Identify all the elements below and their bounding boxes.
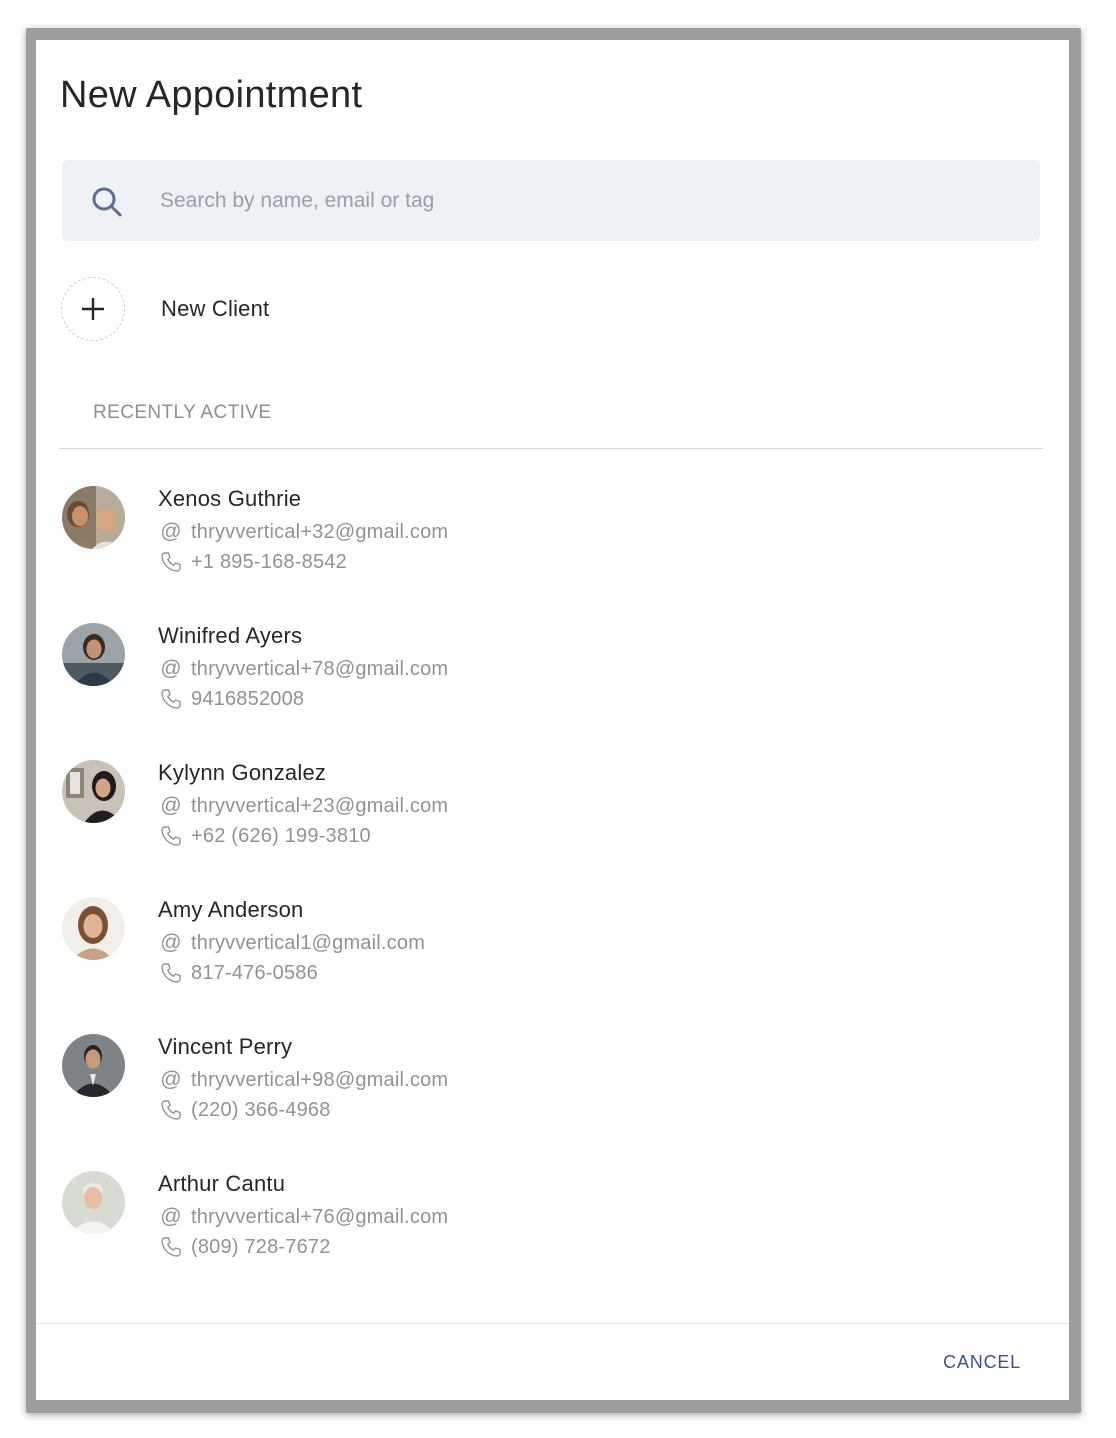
client-item[interactable]: Xenos Guthrie @ thryvvertical+32@gmail.c… xyxy=(36,478,1069,598)
phone-icon xyxy=(158,687,184,711)
new-client-label: New Client xyxy=(161,296,270,321)
new-client-button[interactable]: New Client xyxy=(61,276,269,342)
client-phone: 817-476-0586 xyxy=(158,961,318,985)
at-icon: @ xyxy=(160,520,182,543)
client-item[interactable]: Vincent Perry @ thryvvertical+98@gmail.c… xyxy=(36,1026,1069,1146)
client-phone-text: 9416852008 xyxy=(191,687,305,710)
section-divider xyxy=(59,448,1043,449)
avatar xyxy=(62,623,125,686)
client-phone: +1 895-168-8542 xyxy=(158,550,347,574)
dialog-title: New Appointment xyxy=(60,74,363,116)
avatar xyxy=(62,486,125,549)
client-name: Winifred Ayers xyxy=(158,623,303,648)
client-item[interactable]: Kylynn Gonzalez @ thryvvertical+23@gmail… xyxy=(36,752,1069,872)
client-name: Vincent Perry xyxy=(158,1034,293,1059)
client-name: Kylynn Gonzalez xyxy=(158,760,327,785)
search-icon xyxy=(89,184,125,220)
avatar xyxy=(62,897,125,960)
client-phone: 9416852008 xyxy=(158,687,304,711)
client-item[interactable]: Amy Anderson @ thryvvertical1@gmail.com … xyxy=(36,889,1069,1009)
client-phone-text: +1 895-168-8542 xyxy=(191,550,347,573)
client-email: @ thryvvertical+23@gmail.com xyxy=(158,794,448,818)
avatar xyxy=(62,760,125,823)
phone-icon xyxy=(158,1235,184,1259)
at-icon: @ xyxy=(160,1068,182,1091)
client-phone-text: 817-476-0586 xyxy=(191,961,318,984)
at-icon: @ xyxy=(160,794,182,817)
client-email: @ thryvvertical+98@gmail.com xyxy=(158,1068,448,1092)
client-email: @ thryvvertical1@gmail.com xyxy=(158,931,425,955)
phone-icon xyxy=(158,550,184,574)
client-phone: +62 (626) 199-3810 xyxy=(158,824,371,848)
client-item[interactable]: Winifred Ayers @ thryvvertical+78@gmail.… xyxy=(36,615,1069,735)
client-phone-text: (220) 366-4968 xyxy=(191,1098,331,1121)
client-phone: (220) 366-4968 xyxy=(158,1098,331,1122)
client-phone-text: (809) 728-7672 xyxy=(191,1235,331,1258)
client-email: @ thryvvertical+78@gmail.com xyxy=(158,657,448,681)
client-email-text: thryvvertical+76@gmail.com xyxy=(191,1205,449,1228)
recently-active-heading: RECENTLY ACTIVE xyxy=(93,402,272,423)
search-box[interactable] xyxy=(62,160,1040,241)
phone-icon xyxy=(158,1098,184,1122)
client-name: Arthur Cantu xyxy=(158,1171,286,1196)
client-email-text: thryvvertical1@gmail.com xyxy=(191,931,426,954)
client-email-text: thryvvertical+78@gmail.com xyxy=(191,657,449,680)
client-name: Xenos Guthrie xyxy=(158,486,302,511)
avatar xyxy=(62,1171,125,1234)
client-item[interactable]: Arthur Cantu @ thryvvertical+76@gmail.co… xyxy=(36,1163,1069,1283)
phone-icon xyxy=(158,824,184,848)
client-email: @ thryvvertical+32@gmail.com xyxy=(158,520,448,544)
client-email-text: thryvvertical+32@gmail.com xyxy=(191,520,449,543)
at-icon: @ xyxy=(160,1205,182,1228)
client-phone: (809) 728-7672 xyxy=(158,1235,331,1259)
client-phone-text: +62 (626) 199-3810 xyxy=(191,824,371,847)
footer-divider xyxy=(36,1323,1069,1324)
client-email-text: thryvvertical+23@gmail.com xyxy=(191,794,449,817)
search-input[interactable] xyxy=(158,182,1002,220)
avatar xyxy=(62,1034,125,1097)
at-icon: @ xyxy=(160,657,182,680)
client-email: @ thryvvertical+76@gmail.com xyxy=(158,1205,448,1229)
client-email-text: thryvvertical+98@gmail.com xyxy=(191,1068,449,1091)
at-icon: @ xyxy=(160,931,182,954)
new-appointment-dialog: New Appointment New Client RECENTLY ACTI… xyxy=(36,40,1069,1400)
client-name: Amy Anderson xyxy=(158,897,304,922)
cancel-button[interactable]: CANCEL xyxy=(943,1352,1021,1373)
phone-icon xyxy=(158,961,184,985)
plus-icon xyxy=(61,277,125,341)
